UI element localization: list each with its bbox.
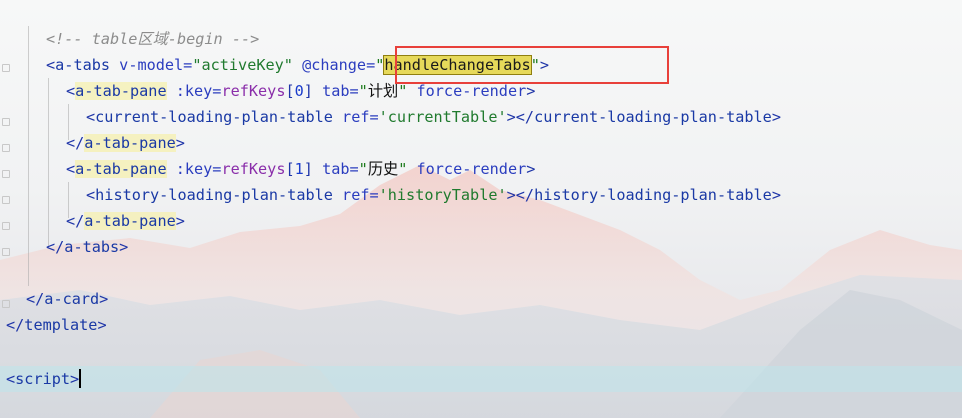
tag-bracket: </: [46, 238, 65, 256]
tag-bracket: </: [6, 316, 25, 334]
attribute-name: force-render: [407, 82, 527, 100]
tag-bracket: >: [526, 82, 536, 100]
code-line-current-table: <current-loading-plan-table ref='current…: [86, 104, 781, 130]
tag-name: history-loading-plan-table: [95, 186, 333, 204]
index-number: 0: [294, 82, 304, 100]
tag-bracket: >: [771, 108, 781, 126]
tag-bracket: ></: [506, 108, 535, 126]
attribute-name: :key=: [166, 82, 222, 100]
tag-name: a-tab-pane: [75, 160, 167, 178]
tag-bracket: >: [97, 316, 107, 334]
tag-name: history-loading-plan-table: [534, 186, 772, 204]
expression-variable: refKeys: [221, 160, 286, 178]
index-number: 1: [294, 160, 304, 178]
attribute-value: 'currentTable': [378, 108, 507, 126]
tag-name: a-tabs: [55, 56, 111, 74]
expression-variable: refKeys: [221, 82, 286, 100]
tag-bracket: </: [66, 212, 85, 230]
quote: ": [358, 82, 368, 100]
tag-bracket: >: [771, 186, 781, 204]
tag-bracket: </: [26, 290, 45, 308]
tag-name: a-card: [44, 290, 100, 308]
attribute-name: v-model=: [110, 56, 193, 74]
attribute-name: :key=: [166, 160, 222, 178]
tag-name: a-tab-pane: [84, 212, 176, 230]
quote: ": [398, 160, 408, 178]
code-line-pane2-close: </a-tab-pane>: [66, 208, 185, 234]
tag-bracket: >: [175, 134, 185, 152]
event-directive: @change=: [292, 56, 376, 74]
tag-bracket: <: [66, 82, 76, 100]
text-caret: [79, 369, 82, 388]
tag-bracket: >: [119, 238, 129, 256]
code-line-card-close: </a-card>: [26, 286, 108, 312]
tag-name: current-loading-plan-table: [534, 108, 772, 126]
comment-text: <!-- table区域-begin -->: [46, 30, 260, 48]
tag-bracket: >: [175, 212, 185, 230]
code-line-tabs-close: </a-tabs>: [46, 234, 128, 260]
tag-bracket: <: [6, 370, 16, 388]
tag-bracket: <: [86, 186, 96, 204]
attribute-name: ref=: [332, 108, 379, 126]
attribute-name: force-render: [407, 160, 527, 178]
bracket: [: [285, 82, 295, 100]
tag-name: a-tab-pane: [75, 82, 167, 100]
attribute-name: tab=: [312, 160, 359, 178]
tag-name: current-loading-plan-table: [95, 108, 333, 126]
tag-bracket: <: [66, 160, 76, 178]
tag-name: template: [24, 316, 98, 334]
indent-guide: [48, 78, 49, 248]
tag-bracket: >: [526, 160, 536, 178]
code-line-history-table: <history-loading-plan-table ref='history…: [86, 182, 781, 208]
tag-name: a-tab-pane: [84, 134, 176, 152]
bracket: [: [285, 160, 295, 178]
tag-bracket: >: [99, 290, 109, 308]
quote: ": [358, 160, 368, 178]
tag-bracket: ></: [506, 186, 535, 204]
annotation-highlight-box: [395, 46, 669, 84]
tag-name: a-tabs: [64, 238, 120, 256]
code-line-script-open: <script>: [6, 366, 82, 392]
attribute-name: tab=: [312, 82, 359, 100]
bracket: ]: [303, 160, 313, 178]
code-line-comment: <!-- table区域-begin -->: [46, 26, 259, 52]
code-line-template-close: </template>: [6, 312, 107, 338]
bracket: ]: [303, 82, 313, 100]
code-line-pane1-close: </a-tab-pane>: [66, 130, 185, 156]
tag-bracket: </: [66, 134, 85, 152]
indent-guide: [28, 26, 29, 286]
quote: ": [398, 82, 408, 100]
tab-title-text: 历史: [367, 160, 399, 178]
attribute-name: ref=: [332, 186, 379, 204]
attribute-value: "activeKey": [192, 56, 293, 74]
code-line-pane2-open: <a-tab-pane :key=refKeys[1] tab="历史" for…: [66, 156, 535, 182]
tag-bracket: <: [46, 56, 56, 74]
tag-bracket: <: [86, 108, 96, 126]
quote: ": [375, 56, 385, 74]
tag-bracket: >: [70, 370, 80, 388]
tab-title-text: 计划: [367, 82, 399, 100]
tag-name: script: [15, 370, 71, 388]
attribute-value: 'historyTable': [378, 186, 507, 204]
